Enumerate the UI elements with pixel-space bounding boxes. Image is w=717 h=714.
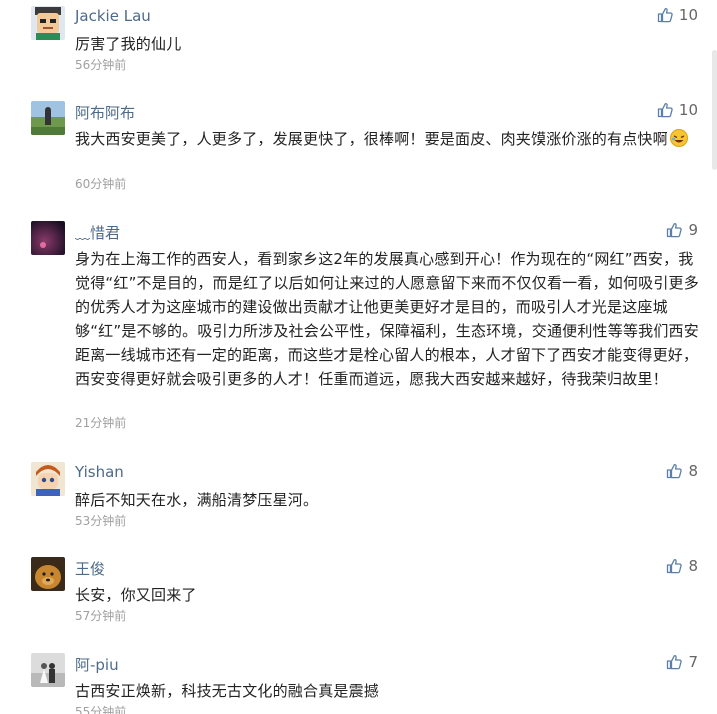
comment-author[interactable]: Jackie Lau [75, 7, 151, 25]
like-button[interactable]: 9 [666, 221, 698, 239]
comment-text: 我大西安更美了，人更多了，发展更快了，很棒啊！要是面皮、肉夹馍涨价涨的有点快啊 [75, 127, 699, 151]
like-count: 7 [688, 653, 698, 671]
dog-avatar[interactable] [31, 557, 65, 591]
landscape-avatar[interactable] [31, 101, 65, 135]
laughing-emoji-icon [669, 129, 688, 147]
comment-list: Jackie Lau 10 厉害了我的仙儿 56分钟前 阿布阿布 10 我大西安… [0, 0, 717, 714]
wedding-photo-avatar[interactable] [31, 653, 65, 687]
comment-item: ﹏惜君 9 身为在上海工作的西安人，看到家乡这2年的发展真心感到开心！作为现在的… [0, 215, 710, 450]
thumbs-up-icon [657, 7, 673, 23]
comment-item: 阿-piu 7 古西安正焕新，科技无古文化的融合真是震撼 55分钟前 [0, 647, 710, 714]
thumbs-up-icon [657, 102, 673, 118]
anime-boy-avatar[interactable] [31, 462, 65, 496]
comment-time: 55分钟前 [75, 705, 127, 714]
thumbs-up-icon [666, 463, 682, 479]
comment-item: 王俊 8 长安，你又回来了 57分钟前 [0, 551, 710, 641]
like-count: 8 [688, 557, 698, 575]
comment-time: 53分钟前 [75, 514, 127, 528]
comment-time: 21分钟前 [75, 416, 127, 430]
comment-text: 厉害了我的仙儿 [75, 35, 182, 53]
comment-author[interactable]: 阿布阿布 [75, 102, 135, 123]
comment-item: Jackie Lau 10 厉害了我的仙儿 56分钟前 [0, 0, 710, 90]
dark-purple-avatar[interactable] [31, 221, 65, 255]
cartoon-boy-avatar[interactable] [31, 6, 65, 40]
comment-author[interactable]: ﹏惜君 [75, 222, 120, 243]
thumbs-up-icon [666, 654, 682, 670]
like-count: 9 [688, 221, 698, 239]
comment-time: 57分钟前 [75, 609, 127, 623]
comment-text: 醉后不知天在水，满船清梦压星河。 [75, 491, 319, 509]
like-button[interactable]: 7 [666, 653, 698, 671]
comment-author[interactable]: 阿-piu [75, 654, 119, 675]
comment-item: Yishan 8 醉后不知天在水，满船清梦压星河。 53分钟前 [0, 456, 710, 546]
scrollbar[interactable] [712, 50, 717, 170]
comment-text-content: 我大西安更美了，人更多了，发展更快了，很棒啊！要是面皮、肉夹馍涨价涨的有点快啊 [75, 130, 668, 148]
like-count: 10 [678, 6, 698, 24]
like-count: 8 [688, 462, 698, 480]
thumbs-up-icon [666, 222, 682, 238]
like-button[interactable]: 10 [657, 101, 698, 119]
like-button[interactable]: 8 [666, 462, 698, 480]
comment-item: 阿布阿布 10 我大西安更美了，人更多了，发展更快了，很棒啊！要是面皮、肉夹馍涨… [0, 95, 710, 205]
comment-time: 60分钟前 [75, 177, 127, 191]
like-count: 10 [678, 101, 698, 119]
comment-author[interactable]: 王俊 [75, 558, 105, 579]
like-button[interactable]: 8 [666, 557, 698, 575]
like-button[interactable]: 10 [657, 6, 698, 24]
comment-text: 长安，你又回来了 [75, 586, 197, 604]
comment-text: 身为在上海工作的西安人，看到家乡这2年的发展真心感到开心！作为现在的“网红”西安… [75, 250, 699, 388]
thumbs-up-icon [666, 558, 682, 574]
comment-author[interactable]: Yishan [75, 463, 124, 481]
comment-text: 古西安正焕新，科技无古文化的融合真是震撼 [75, 682, 380, 700]
comment-time: 56分钟前 [75, 58, 127, 72]
